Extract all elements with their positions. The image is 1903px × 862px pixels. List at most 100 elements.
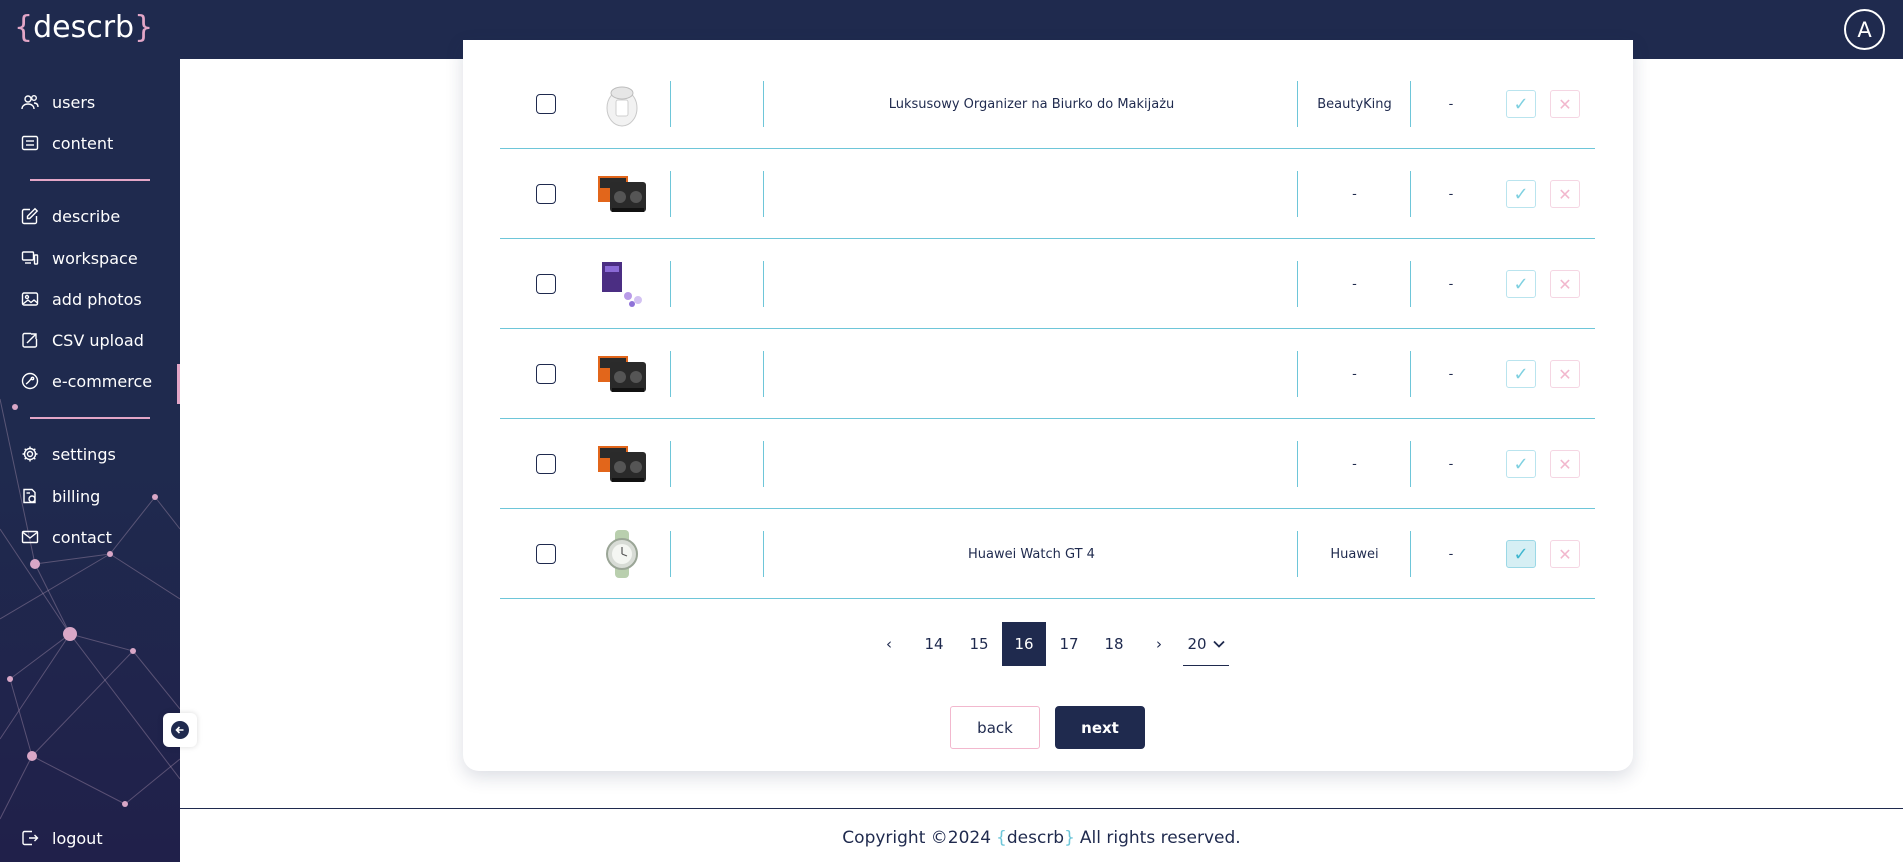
product-brand: - — [1352, 366, 1357, 382]
product-name: Luksusowy Organizer na Biurko do Makijaż… — [888, 96, 1175, 112]
sidebar-item-content[interactable]: content — [0, 126, 180, 160]
pagination-page[interactable]: 14 — [912, 622, 956, 666]
workspace-icon — [20, 248, 40, 268]
next-button[interactable]: next — [1055, 706, 1145, 749]
product-brand: - — [1352, 276, 1357, 292]
sidebar-item-e-commerce[interactable]: e-commerce — [0, 364, 180, 404]
sidebar-item-contact[interactable]: contact — [0, 520, 180, 554]
sidebar-item-add-photos[interactable]: add photos — [0, 282, 180, 316]
users-icon — [20, 92, 40, 112]
reject-button[interactable]: ✕ — [1550, 180, 1580, 208]
user-avatar[interactable]: A — [1844, 9, 1885, 50]
approve-button[interactable]: ✓ — [1506, 540, 1536, 568]
pagination-page[interactable]: 18 — [1092, 622, 1136, 666]
approve-button[interactable]: ✓ — [1506, 360, 1536, 388]
product-extra: - — [1448, 456, 1454, 472]
reject-button[interactable]: ✕ — [1550, 90, 1580, 118]
table-row: - - ✓ ✕ — [500, 239, 1595, 329]
edit-icon — [20, 206, 40, 226]
close-icon: ✕ — [1558, 184, 1572, 204]
product-name — [765, 419, 1298, 509]
reject-button[interactable]: ✕ — [1550, 270, 1580, 298]
column-divider — [670, 171, 671, 217]
product-thumbnail — [596, 348, 648, 400]
product-brand: Huawei — [1330, 546, 1379, 562]
per-page-select[interactable]: 20 — [1183, 622, 1229, 666]
product-extra: - — [1448, 276, 1454, 292]
product-brand: BeautyKing — [1317, 96, 1392, 112]
row-checkbox[interactable] — [536, 544, 556, 564]
billing-icon — [20, 486, 40, 506]
reject-button[interactable]: ✕ — [1550, 360, 1580, 388]
row-checkbox[interactable] — [536, 184, 556, 204]
chevron-right-icon: › — [1156, 635, 1162, 653]
sidebar-item-describe[interactable]: describe — [0, 199, 180, 233]
column-divider — [763, 81, 764, 127]
logout-button[interactable]: logout — [0, 818, 180, 858]
row-checkbox[interactable] — [536, 364, 556, 384]
table-row: - - ✓ ✕ — [500, 149, 1595, 239]
check-icon: ✓ — [1513, 543, 1529, 565]
pagination-prev-button[interactable]: ‹ — [867, 622, 911, 666]
column-divider — [763, 531, 764, 577]
product-thumbnail — [596, 258, 648, 310]
collapse-sidebar-button[interactable] — [163, 713, 197, 747]
chevron-left-icon: ‹ — [886, 635, 892, 653]
product-name: Huawei Watch GT 4 — [968, 546, 1095, 562]
pagination-next-button[interactable]: › — [1137, 622, 1181, 666]
product-name — [765, 329, 1298, 419]
product-brand: - — [1352, 456, 1357, 472]
product-brand: - — [1352, 186, 1357, 202]
table-row: Huawei Watch GT 4 Huawei - ✓ ✕ — [500, 509, 1595, 599]
sidebar-item-users[interactable]: users — [0, 85, 180, 119]
reject-button[interactable]: ✕ — [1550, 450, 1580, 478]
column-divider — [670, 81, 671, 127]
row-checkbox[interactable] — [536, 94, 556, 114]
column-divider — [763, 441, 764, 487]
sidebar-item-label: users — [52, 92, 96, 112]
sidebar-item-workspace[interactable]: workspace — [0, 241, 180, 275]
ecommerce-icon — [20, 371, 40, 391]
app-logo[interactable]: {descrb} — [14, 10, 153, 45]
product-thumbnail — [596, 78, 648, 130]
column-divider — [763, 171, 764, 217]
product-extra: - — [1448, 96, 1454, 112]
content-icon — [20, 133, 40, 153]
sidebar-item-csv-upload[interactable]: CSV upload — [0, 323, 180, 357]
product-extra: - — [1448, 366, 1454, 382]
table-row: - - ✓ ✕ — [500, 329, 1595, 419]
approve-button[interactable]: ✓ — [1506, 270, 1536, 298]
row-checkbox[interactable] — [536, 274, 556, 294]
sidebar-item-label: add photos — [52, 289, 142, 309]
sidebar-item-label: CSV upload — [52, 330, 144, 350]
sidebar-item-settings[interactable]: settings — [0, 437, 180, 471]
sidebar-item-billing[interactable]: billing — [0, 479, 180, 513]
close-icon: ✕ — [1558, 94, 1572, 114]
column-divider — [763, 261, 764, 307]
product-name — [765, 149, 1298, 239]
column-divider — [670, 531, 671, 577]
check-icon: ✓ — [1513, 453, 1529, 475]
pagination-page-current[interactable]: 16 — [1002, 622, 1046, 666]
sidebar-item-label: workspace — [52, 248, 138, 268]
approve-button[interactable]: ✓ — [1506, 90, 1536, 118]
pagination-page[interactable]: 17 — [1047, 622, 1091, 666]
check-icon: ✓ — [1513, 183, 1529, 205]
footer-copyright: Copyright ©2024 — [842, 828, 992, 848]
mail-icon — [20, 527, 40, 547]
footer-divider — [180, 808, 1903, 809]
sidebar-item-label: settings — [52, 444, 116, 464]
product-thumbnail — [596, 438, 648, 490]
image-icon — [20, 289, 40, 309]
pagination-page[interactable]: 15 — [957, 622, 1001, 666]
column-divider — [670, 261, 671, 307]
per-page-value: 20 — [1187, 634, 1207, 653]
row-checkbox[interactable] — [536, 454, 556, 474]
back-button[interactable]: back — [950, 706, 1040, 749]
approve-button[interactable]: ✓ — [1506, 180, 1536, 208]
product-thumbnail — [596, 168, 648, 220]
close-icon: ✕ — [1558, 274, 1572, 294]
approve-button[interactable]: ✓ — [1506, 450, 1536, 478]
arrow-left-icon — [171, 721, 189, 739]
reject-button[interactable]: ✕ — [1550, 540, 1580, 568]
